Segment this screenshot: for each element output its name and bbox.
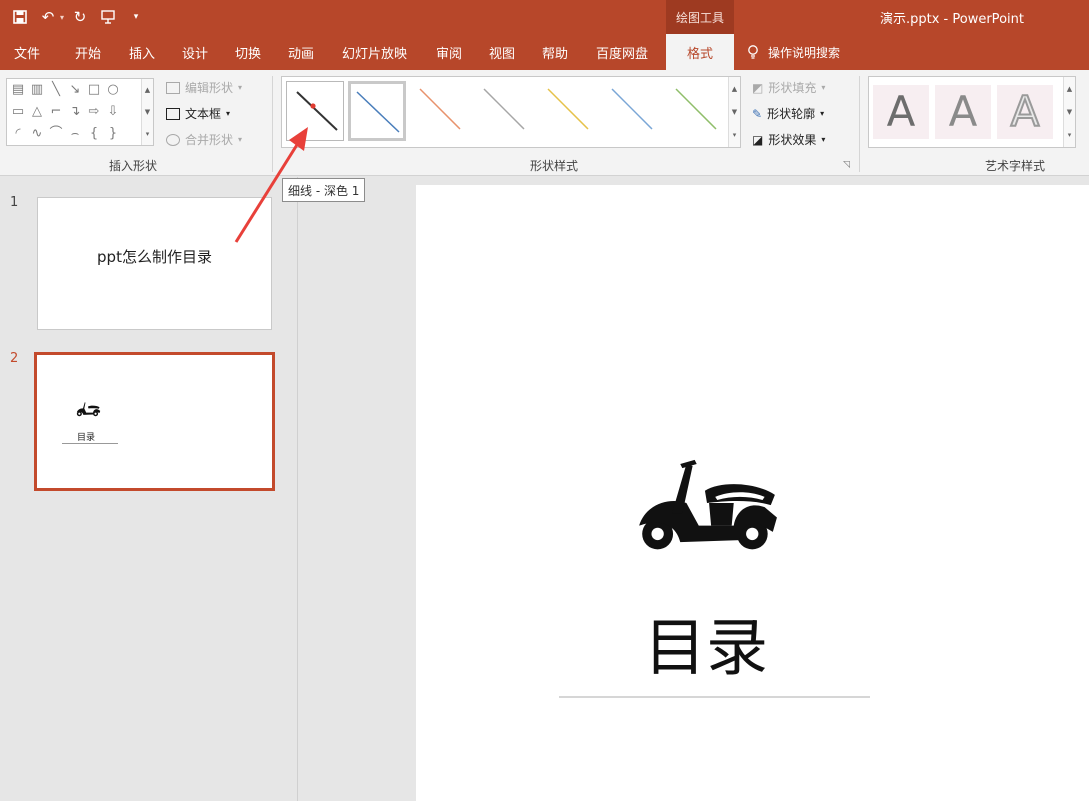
tab-help[interactable]: 帮助 (542, 34, 568, 70)
shape-styles-gallery[interactable]: ▲ ▼ ▾ (281, 76, 741, 148)
slide-thumbnail-title: 目录 (77, 433, 96, 443)
slide-number: 2 (10, 351, 19, 366)
shape-outline-button[interactable]: ✎ 形状轮廓 ▾ (752, 105, 824, 122)
wordart-gallery[interactable]: A A A ▲ ▼ ▾ (868, 76, 1076, 148)
curve-shape-icon[interactable]: ⌢ (67, 126, 83, 142)
shape-styles-group-label: 形状样式 (529, 159, 578, 173)
line-style-swatch[interactable] (668, 81, 726, 141)
left-brace-shape-icon[interactable]: { (86, 126, 102, 142)
line-style-swatch[interactable] (604, 81, 662, 141)
undo-dropdown-icon[interactable]: ▾ (60, 13, 64, 22)
pen-icon: ✎ (752, 106, 763, 121)
tab-file[interactable]: 文件 (14, 34, 40, 70)
arc-shape-icon[interactable]: ⌒ (48, 126, 64, 142)
save-icon[interactable] (8, 5, 32, 29)
rectangle-shape-icon[interactable]: □ (86, 82, 102, 98)
slide-thumbnail-divider (62, 443, 118, 444)
wordart-scroll[interactable]: ▲ ▼ ▾ (1063, 77, 1075, 147)
insert-shapes-group-label: 插入形状 (108, 159, 157, 173)
line-shape-icon[interactable]: ╲ (48, 82, 64, 98)
elbow-arrow-shape-icon[interactable]: ↴ (67, 104, 83, 120)
merge-shapes-button[interactable]: 合并形状 ▾ (166, 131, 242, 148)
oval-shape-icon[interactable]: ○ (105, 82, 121, 98)
text-box-icon (166, 107, 180, 120)
wordart-sample[interactable]: A (873, 85, 929, 139)
elbow-connector-shape-icon[interactable]: ⌐ (48, 104, 64, 120)
shapes-gallery-scroll[interactable]: ▲ ▼ ▾ (141, 79, 153, 145)
line-style-swatch[interactable] (476, 81, 534, 141)
right-arrow-shape-icon[interactable]: ⇨ (86, 104, 102, 120)
tab-baidu-netdisk[interactable]: 百度网盘 (596, 34, 648, 70)
edit-shape-button[interactable]: 编辑形状 ▾ (166, 79, 242, 96)
redo-icon[interactable]: ↻ (68, 5, 92, 29)
tab-animations[interactable]: 动画 (288, 34, 314, 70)
contextual-tab-group: 绘图工具 (666, 0, 734, 34)
tab-insert[interactable]: 插入 (129, 34, 155, 70)
tab-view[interactable]: 视图 (489, 34, 515, 70)
scooter-icon (76, 402, 101, 417)
slide-divider-line[interactable] (559, 696, 870, 698)
wordart-group-label: 艺术字样式 (984, 159, 1045, 173)
text-box-shape-icon[interactable]: ▤ (10, 82, 26, 98)
line-style-swatch[interactable] (540, 81, 598, 141)
right-brace-shape-icon[interactable]: } (105, 126, 121, 142)
ribbon-tabs: 文件 开始 插入 设计 切换 动画 幻灯片放映 审阅 视图 帮助 百度网盘 格式… (0, 34, 1089, 70)
scribble-shape-icon[interactable]: ∿ (29, 126, 45, 142)
tab-design[interactable]: 设计 (182, 34, 208, 70)
edit-shape-icon (166, 81, 180, 94)
tab-transitions[interactable]: 切换 (235, 34, 261, 70)
tab-home[interactable]: 开始 (75, 34, 101, 70)
triangle-shape-icon[interactable]: △ (29, 104, 45, 120)
line-style-swatch[interactable] (348, 81, 406, 141)
present-icon[interactable] (96, 5, 120, 29)
dialog-launcher-icon[interactable]: ◹ (843, 160, 850, 170)
line-style-swatch[interactable] (286, 81, 344, 141)
shape-fill-button[interactable]: ◩ 形状填充 ▾ (752, 79, 825, 96)
line-style-swatch[interactable] (412, 81, 470, 141)
tab-slideshow[interactable]: 幻灯片放映 (342, 34, 407, 70)
freeform-shape-icon[interactable]: ◜ (10, 126, 26, 142)
paint-bucket-icon: ◩ (752, 80, 764, 95)
tab-format[interactable]: 格式 (666, 34, 734, 70)
shape-effects-button[interactable]: ◪ 形状效果 ▾ (752, 131, 825, 148)
tell-me-search[interactable]: 操作说明搜索 (746, 34, 840, 70)
vertical-text-box-shape-icon[interactable]: ▥ (29, 82, 45, 98)
merge-shapes-icon (166, 133, 180, 146)
shapes-gallery[interactable]: ▤ ▥ ╲ ↘ □ ○ ▭ △ ⌐ ↴ ⇨ ⇩ ◜ ∿ ⌒ ⌢ { } ▲ ▼ ▾ (6, 78, 154, 146)
group-divider (859, 76, 860, 172)
slide-canvas[interactable]: 目录 (416, 185, 1089, 801)
effects-icon: ◪ (752, 132, 764, 147)
wordart-sample[interactable]: A (935, 85, 991, 139)
tab-review[interactable]: 审阅 (436, 34, 462, 70)
slide-editing-area: 目录 (299, 177, 1089, 801)
tell-me-label: 操作说明搜索 (768, 45, 841, 60)
down-arrow-shape-icon[interactable]: ⇩ (105, 104, 121, 120)
slide-thumbnail-title: ppt怎么制作目录 (97, 248, 212, 266)
text-box-button[interactable]: 文本框 ▾ (166, 105, 230, 122)
customize-icon[interactable]: ▾ (124, 5, 148, 29)
slide-thumbnail[interactable]: ppt怎么制作目录 (37, 197, 272, 330)
undo-icon[interactable]: ↶ (36, 5, 60, 29)
style-tooltip: 细线 - 深色 1 (282, 178, 366, 202)
rounded-rectangle-shape-icon[interactable]: ▭ (10, 104, 26, 120)
slide-number: 1 (10, 195, 19, 210)
ribbon: ▤ ▥ ╲ ↘ □ ○ ▭ △ ⌐ ↴ ⇨ ⇩ ◜ ∿ ⌒ ⌢ { } ▲ ▼ ▾ … (0, 70, 1089, 176)
title-bar: ↶ ▾ ↻ ▾ 绘图工具 演示.pptx - PowerPoint (0, 0, 1089, 34)
shape-styles-scroll[interactable]: ▲ ▼ ▾ (728, 77, 740, 147)
document-title: 演示.pptx - PowerPoint (880, 11, 1024, 27)
lightbulb-icon (746, 45, 760, 59)
wordart-sample[interactable]: A (997, 85, 1053, 139)
slide-thumbnail-selected[interactable]: 目录 (34, 352, 275, 491)
arrow-line-shape-icon[interactable]: ↘ (67, 82, 83, 98)
scooter-icon[interactable] (635, 447, 779, 555)
slide-title[interactable]: 目录 (416, 597, 996, 687)
group-divider (272, 76, 273, 172)
slide-thumbnail-pane: 1 ppt怎么制作目录 2 目录 (0, 177, 298, 801)
quick-access-toolbar: ↶ ▾ ↻ ▾ (8, 0, 148, 34)
